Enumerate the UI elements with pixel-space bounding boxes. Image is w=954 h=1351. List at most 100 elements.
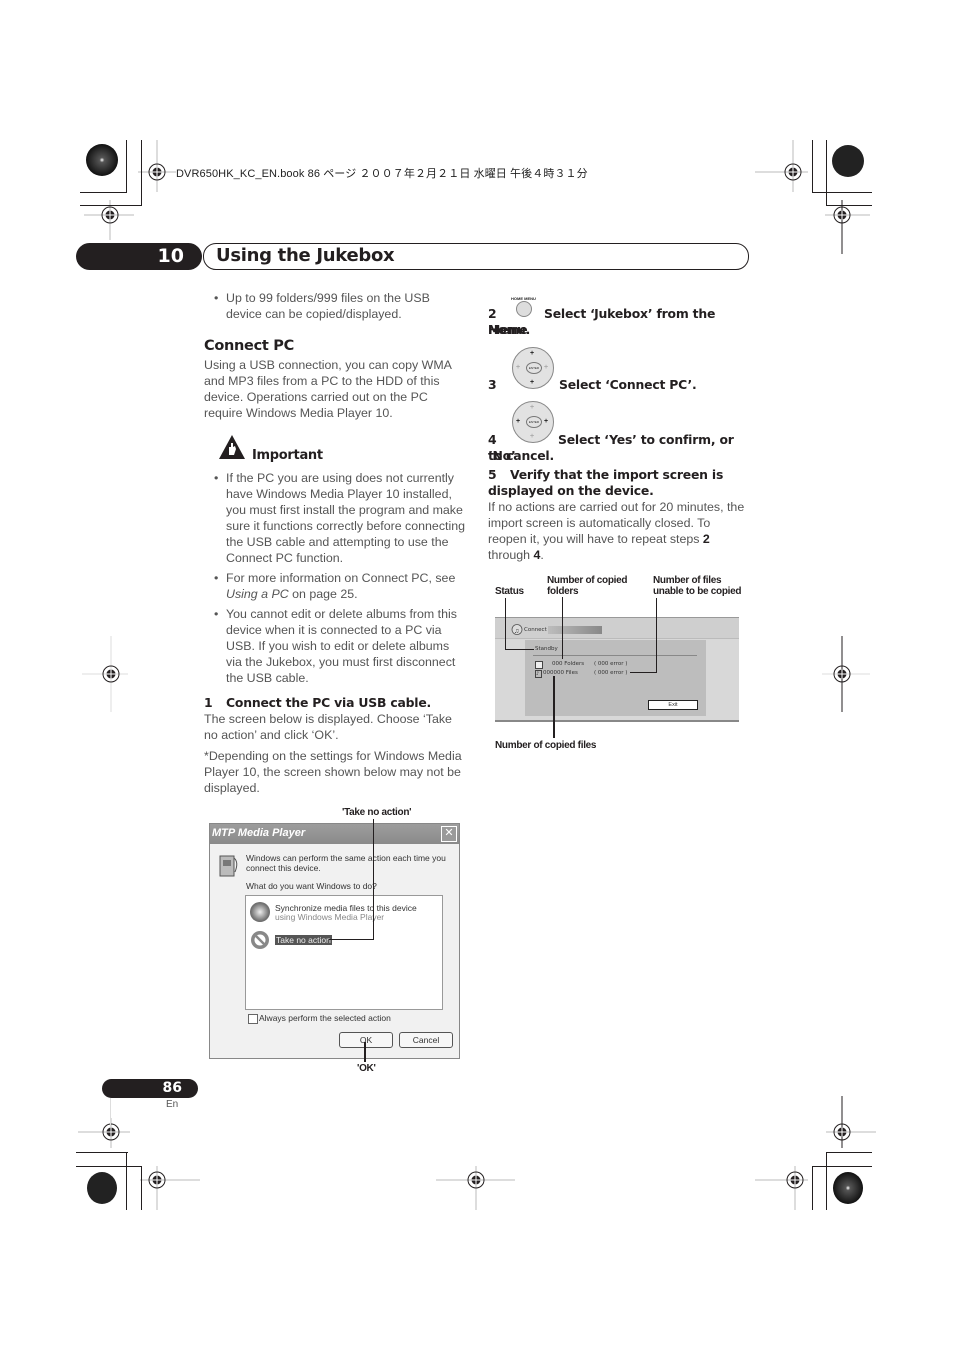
- annotation-copied-files: Number of copied files: [495, 740, 597, 751]
- crop-mark: [126, 140, 127, 193]
- annotation-copied-folders: Number of copied folders: [547, 575, 628, 597]
- intro-bullet-text: Up to 99 folders/999 files on the USB de…: [226, 291, 430, 321]
- important-bullet-text: For more information on Connect PC, see: [226, 571, 456, 585]
- section-intro: Using a USB connection, you can copy WMA…: [204, 358, 452, 420]
- step-1-title: 1 Connect the PC via USB cable.: [204, 695, 431, 711]
- option-sublabel: using Windows Media Player: [275, 912, 385, 922]
- svg-text:♫: ♫: [514, 628, 519, 635]
- enter-button-label: ENTER: [526, 416, 542, 428]
- page-language: En: [166, 1099, 179, 1110]
- step-number: 2: [488, 306, 497, 321]
- step-1-body: The screen below is displayed. Choose ‘T…: [204, 712, 452, 742]
- registration-mark: [825, 200, 870, 254]
- step-4-cont: to cancel.: [488, 448, 554, 463]
- annotation-line: Number of copied: [547, 575, 628, 586]
- step-number: 1: [204, 695, 213, 710]
- registration-mark: [140, 1166, 200, 1210]
- crop-mark: [812, 140, 813, 193]
- intro-bullet: • Up to 99 folders/999 files on the USB …: [214, 290, 466, 322]
- crop-mark: [76, 1166, 142, 1167]
- crop-mark: [812, 1166, 872, 1167]
- status-text: Standby: [535, 646, 558, 652]
- callout-line: [329, 939, 374, 940]
- callout-line: [553, 676, 555, 738]
- step-1-note: *Depending on the settings for Windows M…: [204, 749, 462, 795]
- callout-line: [364, 1042, 366, 1062]
- step-ref: 2: [702, 532, 710, 546]
- registration-mark: [436, 1166, 515, 1210]
- bullet-dot: •: [214, 291, 219, 305]
- folder-icon: [535, 661, 543, 669]
- bullet-dot: •: [214, 607, 219, 621]
- step-5-body: If no actions are carried out for 20 min…: [488, 499, 750, 563]
- callout-line: [562, 597, 563, 659]
- media-player-play-icon: [250, 902, 270, 922]
- important-hand-warning-icon: [219, 435, 245, 459]
- star-target-mark: [87, 1172, 117, 1204]
- music-file-icon: ♪: [535, 670, 542, 678]
- step-5-title-cont: displayed on the device.: [488, 483, 654, 498]
- important-bullet-text: You cannot edit or delete albums from th…: [226, 607, 457, 685]
- star-target-mark: [832, 145, 864, 177]
- star-target-mark: [833, 1172, 863, 1204]
- cross-reference-link[interactable]: Using a PC: [226, 587, 289, 601]
- registration-mark: [82, 636, 128, 712]
- callout-ok: 'OK': [357, 1063, 376, 1074]
- star-target-mark: [86, 144, 118, 176]
- step-text: Verify that the import screen is: [510, 467, 724, 482]
- registration-mark: [822, 636, 870, 712]
- ok-button[interactable]: OK: [339, 1032, 393, 1048]
- crop-mark: [826, 1152, 872, 1153]
- option-synchronize[interactable]: Synchronize media files to this device u…: [246, 900, 442, 926]
- option-label-selected: Take no action: [275, 935, 332, 945]
- crop-mark: [812, 192, 872, 193]
- step-text: Select ‘Connect PC’.: [559, 377, 697, 392]
- annotation-line: folders: [547, 586, 579, 597]
- mtp-media-player-dialog: MTP Media Player ✕ Windows can perform t…: [209, 823, 460, 1059]
- checkbox-label: Always perform the selected action: [259, 1013, 391, 1023]
- always-perform-checkbox[interactable]: [248, 1014, 258, 1024]
- step-number: 4: [488, 432, 497, 447]
- annotation-uncopied-files: Number of files unable to be copied: [653, 575, 742, 597]
- step-number: 5: [488, 467, 497, 482]
- crop-mark: [141, 140, 142, 206]
- crop-mark: [80, 205, 142, 206]
- close-x-icon[interactable]: ✕: [441, 826, 457, 842]
- crop-mark: [76, 1152, 128, 1153]
- action-listbox[interactable]: Synchronize media files to this device u…: [245, 895, 443, 1010]
- divider: [533, 655, 697, 656]
- important-bullet: • For more information on Connect PC, se…: [214, 570, 466, 602]
- step-title-text: Connect the PC via USB cable.: [226, 695, 432, 710]
- title-gradient-bar: [548, 626, 602, 634]
- cancel-button[interactable]: Cancel: [399, 1032, 453, 1048]
- registration-mark: [755, 1166, 808, 1210]
- crop-mark: [812, 1166, 813, 1210]
- files-error: ( 000 error ): [594, 670, 628, 676]
- chapter-number-tab: 10: [76, 243, 202, 270]
- important-bullet-text: on page 25.: [288, 587, 358, 601]
- bullet-dot: •: [214, 471, 219, 485]
- crop-mark: [126, 1152, 127, 1210]
- step-5-body-text: through: [488, 548, 534, 562]
- callout-line: [630, 672, 657, 673]
- connect-pc-icon: ♫: [511, 624, 523, 635]
- callout-take-no-action: 'Take no action': [342, 807, 412, 818]
- dialog-message-line: connect this device.: [246, 863, 321, 873]
- important-heading: Important: [252, 448, 323, 463]
- callout-line: [656, 598, 657, 673]
- device-icon: [219, 855, 238, 877]
- step-2-cont: Menu.: [488, 322, 531, 337]
- import-screen-titlebar: ♫ Connect PC: [495, 618, 739, 639]
- callout-line: [373, 819, 374, 939]
- registration-mark: [138, 140, 176, 192]
- crop-mark: [826, 140, 827, 206]
- enter-button-label: ENTER: [526, 362, 542, 374]
- crop-mark: [141, 1166, 142, 1210]
- margin-guide: [110, 1096, 111, 1126]
- dialog-body: Windows can perform the same action each…: [210, 844, 459, 1058]
- option-take-no-action[interactable]: Take no action: [246, 929, 442, 953]
- exit-button[interactable]: Exit: [648, 700, 698, 710]
- section-heading-connect-pc: Connect PC: [204, 338, 294, 354]
- dialog-titlebar: MTP Media Player ✕: [210, 824, 459, 844]
- book-file-header: DVR650HK_KC_EN.book 86 ページ ２００７年２月２１日 水曜…: [176, 168, 588, 180]
